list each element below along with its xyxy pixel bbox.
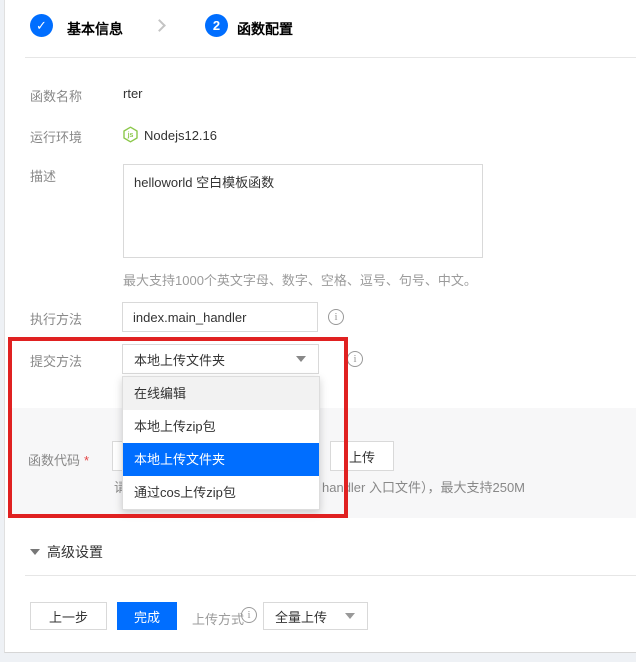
- step2-number: 2: [213, 18, 220, 33]
- dropdown-option-cos-zip[interactable]: 通过cos上传zip包: [123, 476, 319, 509]
- step1-indicator[interactable]: ✓: [30, 14, 53, 37]
- advanced-settings-toggle[interactable]: 高级设置: [30, 542, 103, 562]
- handler-label: 执行方法: [30, 309, 82, 328]
- function-code-label: 函数代码*: [28, 450, 89, 469]
- required-asterisk: *: [84, 453, 89, 468]
- upload-button[interactable]: 上传: [330, 441, 394, 471]
- header-divider: [25, 57, 636, 58]
- triangle-down-icon: [30, 549, 40, 555]
- function-code-section: [10, 408, 636, 518]
- handler-info-icon[interactable]: i: [328, 309, 344, 325]
- handler-input[interactable]: [122, 302, 318, 332]
- step1-label[interactable]: 基本信息: [67, 19, 123, 39]
- upload-mode-value: 全量上传: [275, 607, 327, 626]
- nodejs-icon: js: [122, 126, 139, 143]
- caret-down-icon: [296, 356, 306, 362]
- check-icon: ✓: [36, 18, 47, 34]
- finish-button[interactable]: 完成: [117, 602, 177, 630]
- code-help-left: 请: [114, 477, 122, 496]
- runtime-value: Nodejs12.16: [144, 128, 217, 143]
- dropdown-option-online-edit[interactable]: 在线编辑: [123, 377, 319, 410]
- dropdown-option-local-zip[interactable]: 本地上传zip包: [123, 410, 319, 443]
- upload-mode-info-icon[interactable]: i: [241, 607, 257, 623]
- upload-mode-label: 上传方式: [192, 609, 244, 628]
- code-help-right: handler 入口文件），最大支持250M: [322, 477, 525, 496]
- dropdown-option-local-folder[interactable]: 本地上传文件夹: [123, 443, 319, 476]
- svg-text:js: js: [127, 132, 134, 139]
- submit-method-value: 本地上传文件夹: [134, 350, 225, 369]
- upload-mode-select[interactable]: 全量上传: [263, 602, 368, 630]
- function-name-label: 函数名称: [30, 86, 82, 105]
- previous-step-button[interactable]: 上一步: [30, 602, 107, 630]
- description-textarea[interactable]: helloworld 空白模板函数: [123, 164, 483, 258]
- footer-divider: [25, 575, 636, 576]
- caret-down-icon: [345, 613, 355, 619]
- submit-method-info-icon[interactable]: i: [347, 351, 363, 367]
- step2-label[interactable]: 函数配置: [237, 19, 293, 39]
- description-help: 最大支持1000个英文字母、数字、空格、逗号、句号、中文。: [123, 270, 477, 289]
- page: ✓ 基本信息 2 函数配置 函数名称 rter 运行环境 js Nodejs12…: [0, 0, 636, 662]
- advanced-settings-label: 高级设置: [47, 542, 103, 562]
- submit-method-dropdown: 在线编辑 本地上传zip包 本地上传文件夹 通过cos上传zip包: [122, 376, 320, 510]
- runtime-label: 运行环境: [30, 127, 82, 146]
- step2-indicator[interactable]: 2: [205, 14, 228, 37]
- submit-method-select[interactable]: 本地上传文件夹: [122, 344, 319, 374]
- submit-method-label: 提交方法: [30, 351, 82, 370]
- description-label: 描述: [30, 166, 56, 185]
- function-name-value: rter: [123, 86, 143, 101]
